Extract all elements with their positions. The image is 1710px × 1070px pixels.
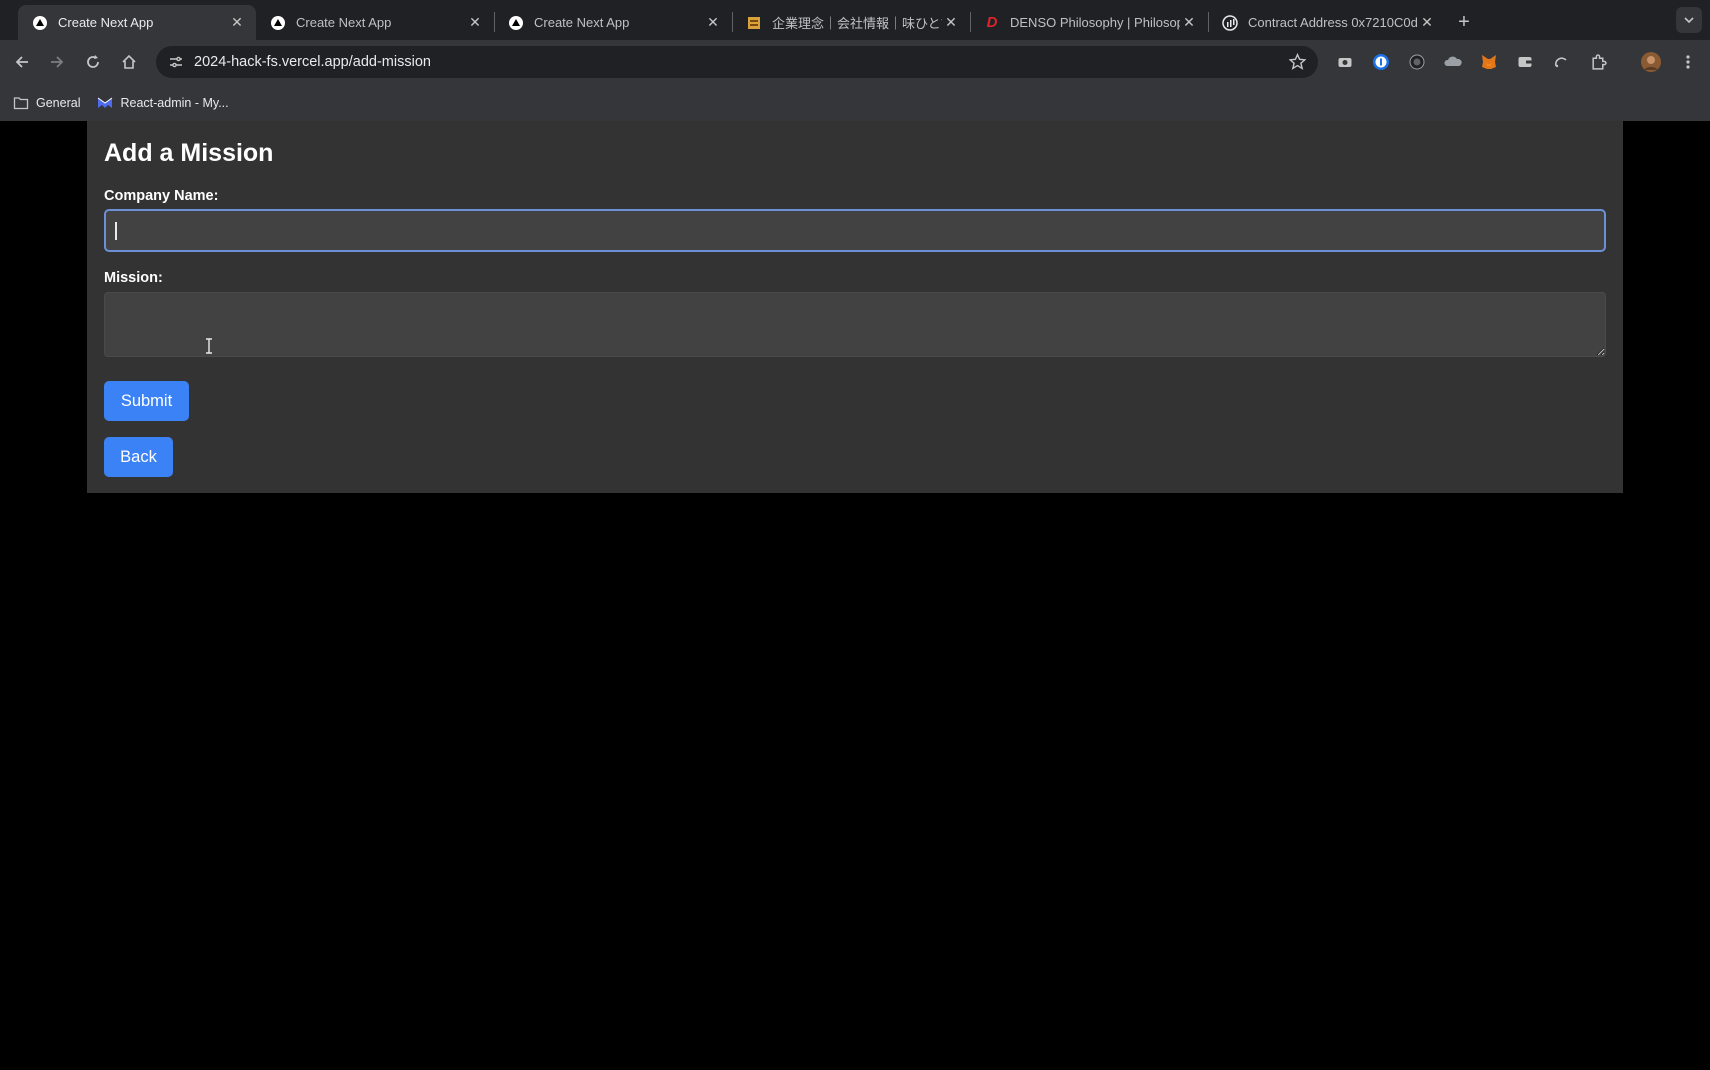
page-title: Add a Mission (104, 139, 274, 167)
url-path: /add-mission (348, 54, 431, 70)
close-tab-icon[interactable]: ✕ (228, 14, 246, 32)
close-tab-icon[interactable]: ✕ (704, 14, 722, 32)
extensions-puzzle-icon[interactable] (1587, 51, 1609, 73)
reload-icon (87, 55, 99, 68)
close-tab-icon[interactable]: ✕ (1418, 14, 1436, 32)
folder-icon (13, 96, 29, 109)
back-button[interactable]: Back (104, 437, 173, 477)
mission-label: Mission: (104, 270, 163, 286)
mission-textarea[interactable] (104, 292, 1606, 357)
text-caret (115, 222, 117, 240)
tab-title: Create Next App (534, 15, 630, 30)
company-name-label: Company Name: (104, 188, 219, 204)
tab-title: Contract Address 0x7210C0d (1248, 15, 1418, 30)
add-mission-form: Add a Mission Company Name: Mission: Sub… (87, 121, 1623, 493)
tab-company-philosophy[interactable]: 企業理念｜会社情報｜味ひとすじ ✕ (732, 5, 970, 40)
text-cursor-icon (205, 338, 213, 359)
bookmark-general[interactable]: General (13, 96, 80, 110)
cloud-extension-icon[interactable] (1442, 51, 1464, 73)
site-settings-icon[interactable] (160, 54, 192, 70)
browser-chrome: Create Next App ✕ Create Next App ✕ Crea… (0, 0, 1710, 121)
password-manager-icon[interactable] (1370, 51, 1392, 73)
triangle-icon (32, 15, 48, 31)
tab-contract-address[interactable]: Contract Address 0x7210C0d ✕ (1208, 5, 1446, 40)
camera-extension-icon[interactable] (1334, 51, 1356, 73)
rainbow-extension-icon[interactable] (1550, 51, 1572, 73)
address-bar[interactable]: 2024-hack-fs.vercel.app/add-mission (156, 46, 1318, 78)
more-menu-icon[interactable] (1677, 51, 1699, 73)
close-tab-icon[interactable]: ✕ (942, 14, 960, 32)
reload-button[interactable] (79, 48, 107, 76)
triangle-icon (508, 15, 524, 31)
chevron-down-icon (1684, 17, 1694, 24)
tab-denso-philosophy[interactable]: D DENSO Philosophy | Philosop ✕ (970, 5, 1208, 40)
tab-title: 企業理念｜会社情報｜味ひとすじ (772, 16, 942, 31)
close-tab-icon[interactable]: ✕ (466, 14, 484, 32)
tab-create-next-app-2[interactable]: Create Next App ✕ (256, 5, 494, 40)
arrow-right-icon (51, 56, 64, 68)
bookmark-label: React-admin - My... (120, 95, 229, 110)
url-text: 2024-hack-fs.vercel.app/add-mission (194, 54, 431, 70)
company-name-input[interactable] (104, 209, 1606, 252)
tab-title: Create Next App (58, 15, 154, 30)
browser-toolbar: 2024-hack-fs.vercel.app/add-mission (0, 40, 1710, 84)
arrow-left-icon (15, 56, 28, 68)
tab-create-next-app-3[interactable]: Create Next App ✕ (494, 5, 732, 40)
triangle-icon (270, 15, 286, 31)
react-admin-icon (98, 97, 113, 108)
tab-title: Create Next App (296, 15, 392, 30)
bookmark-label: General (36, 95, 81, 110)
url-host: 2024-hack-fs.vercel.app (194, 54, 349, 70)
bookmark-react-admin[interactable]: React-admin - My... (97, 95, 229, 110)
close-tab-icon[interactable]: ✕ (1180, 14, 1198, 32)
page-content: Add a Mission Company Name: Mission: Sub… (0, 121, 1710, 1070)
bookmark-star-icon[interactable] (1288, 52, 1307, 75)
tab-search-button[interactable] (1676, 7, 1702, 33)
submit-button[interactable]: Submit (104, 381, 189, 421)
new-tab-button[interactable]: + (1450, 8, 1478, 36)
bookmarks-bar: General React-admin - My... (0, 84, 1710, 121)
brand-icon (746, 15, 762, 31)
home-button[interactable] (115, 48, 143, 76)
profile-avatar[interactable] (1640, 51, 1662, 73)
wallet-extension-icon[interactable] (1514, 51, 1536, 73)
tab-create-next-app-1[interactable]: Create Next App ✕ (18, 5, 256, 40)
metamask-fox-icon[interactable] (1478, 51, 1500, 73)
denso-icon: D (986, 14, 998, 31)
back-nav-button[interactable] (8, 48, 36, 76)
circle-extension-icon[interactable] (1406, 51, 1428, 73)
forward-nav-button[interactable] (43, 48, 71, 76)
tab-strip: Create Next App ✕ Create Next App ✕ Crea… (0, 0, 1710, 40)
home-icon (122, 54, 136, 69)
tab-title: DENSO Philosophy | Philosop (1010, 15, 1180, 30)
etherscan-icon (1222, 14, 1238, 31)
